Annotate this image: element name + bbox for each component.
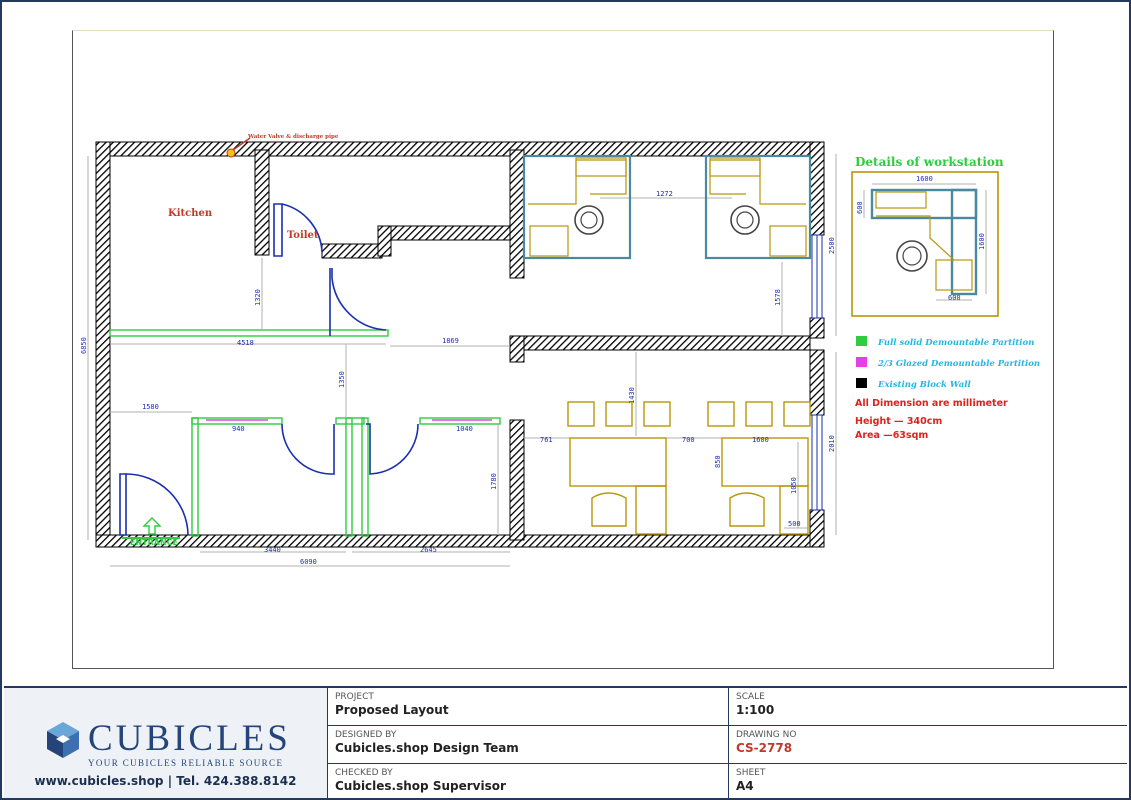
workstation-cluster-right: [704, 154, 812, 260]
solid-partitions: [109, 329, 501, 539]
project-cell: PROJECT Proposed Layout: [328, 688, 728, 726]
dim-1320: 1320: [254, 289, 262, 306]
kitchen-label: Kitchen: [168, 208, 213, 219]
dim-1780: 1780: [490, 473, 498, 490]
ws-dim-600b: 600: [948, 294, 961, 302]
scale-cell: SCALE 1:100: [729, 688, 1127, 726]
designed-cell: DESIGNED BY Cubicles.shop Design Team: [328, 726, 728, 764]
legend-note-dimensions: All Dimension are millimeter: [855, 398, 1008, 409]
dim-2500: 2500: [828, 237, 836, 254]
legend-item-solid: Full solid Demountable Partition: [877, 338, 1034, 348]
dim-2010: 2010: [828, 435, 836, 452]
legend-swatch-block: [856, 378, 867, 388]
dim-700: 700: [682, 436, 695, 444]
sheet-value: A4: [736, 779, 754, 793]
water-valve-label: Water Valve & discharge pipe: [247, 134, 339, 140]
checked-label: CHECKED BY: [335, 768, 393, 778]
dim-1430: 1430: [628, 387, 636, 404]
title-block: CUBICLES YOUR CUBICLES RELIABLE SOURCE w…: [4, 686, 1127, 798]
logo-tagline: YOUR CUBICLES RELIABLE SOURCE: [88, 758, 284, 768]
sheet-cell: SHEET A4: [729, 764, 1127, 798]
meeting-furniture: [567, 401, 811, 535]
dim-940: 940: [232, 425, 245, 433]
dim-4518: 4518: [237, 339, 254, 347]
workstation-cluster-left: [522, 154, 632, 260]
ws-dim-1600: 1600: [916, 175, 933, 183]
designed-label: DESIGNED BY: [335, 730, 397, 740]
project-value: Proposed Layout: [335, 703, 449, 717]
dim-850: 850: [714, 455, 722, 468]
dim-1350: 1350: [338, 371, 346, 388]
cube-logo-icon: [47, 722, 79, 758]
dim-1580: 1580: [142, 403, 159, 411]
dim-2645: 2645: [420, 546, 437, 554]
legend-note-area: Area —63sqm: [855, 430, 928, 441]
legend-item-glazed: 2/3 Glazed Demountable Partition: [877, 359, 1040, 369]
workstation-detail-title: Details of workstation: [855, 155, 1004, 169]
legend: Full solid Demountable Partition 2/3 Gla…: [855, 336, 1040, 441]
toilet-label: Toilet: [287, 230, 319, 241]
ws-dim-600a: 600: [856, 201, 864, 214]
scale-label: SCALE: [736, 692, 765, 702]
legend-swatch-solid: [856, 336, 867, 346]
workstation-detail: [851, 171, 999, 317]
logo-cell: CUBICLES YOUR CUBICLES RELIABLE SOURCE w…: [4, 688, 328, 798]
dim-6090: 6090: [300, 558, 317, 566]
drawing-no-cell: DRAWING NO CS-2778: [729, 726, 1127, 764]
dim-761: 761: [540, 436, 553, 444]
dim-3440: 3440: [264, 546, 281, 554]
dim-1600: 1600: [752, 436, 769, 444]
project-label: PROJECT: [335, 692, 374, 702]
scale-value: 1:100: [736, 703, 775, 717]
dim-1578: 1578: [774, 289, 782, 306]
drawing-no-label: DRAWING NO: [736, 730, 797, 740]
dim-6850: 6850: [80, 337, 88, 354]
ws-dim-1600v: 1600: [978, 233, 986, 250]
floor-plan: Water Valve & discharge pipe Kitchen Toi…: [80, 134, 1040, 567]
checked-value: Cubicles.shop Supervisor: [335, 779, 506, 793]
legend-note-height: Height — 340cm: [855, 416, 942, 427]
sheet-label: SHEET: [736, 768, 766, 778]
dim-1869: 1869: [442, 337, 459, 345]
drawing-no-value: CS-2778: [736, 741, 793, 755]
legend-item-block: Existing Block Wall: [877, 380, 971, 390]
interior-walls: [254, 149, 811, 541]
checked-cell: CHECKED BY Cubicles.shop Supervisor: [328, 764, 728, 798]
logo-wordmark: CUBICLES: [88, 718, 291, 759]
entrance-arrow-icon: [142, 517, 162, 535]
legend-swatch-glazed: [856, 357, 867, 367]
dim-1050: 1050: [790, 477, 798, 494]
contact-line: www.cubicles.shop | Tel. 424.388.8142: [34, 774, 297, 788]
designed-value: Cubicles.shop Design Team: [335, 741, 519, 755]
dim-1272: 1272: [656, 190, 673, 198]
dim-500: 500: [788, 520, 801, 528]
dim-1040: 1040: [456, 425, 473, 433]
entrance-label: ENTRANCE: [130, 538, 178, 547]
